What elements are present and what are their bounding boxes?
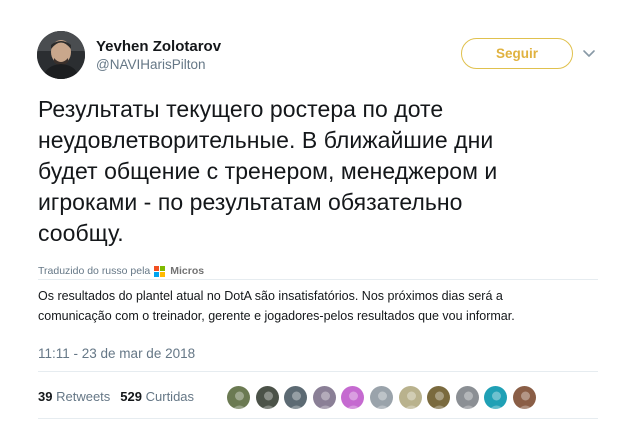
retweets-count: 39 <box>38 389 53 404</box>
translation-provider[interactable]: Micros <box>170 265 204 277</box>
retweets-stat[interactable]: 39 Retweets <box>38 389 110 404</box>
tweet-stats: 39 Retweets 529 Curtidas <box>38 389 194 404</box>
tweet-timestamp[interactable]: 11:11 - 23 de mar de 2018 <box>38 346 195 361</box>
author-handle[interactable]: @NAVIHarisPilton <box>96 57 205 72</box>
tweet-text: Результаты текущего ростера по доте неуд… <box>38 94 608 249</box>
profile-photo-icon <box>37 31 85 79</box>
author-avatar[interactable] <box>37 31 85 79</box>
chevron-down-icon[interactable] <box>580 44 598 62</box>
translated-text-line: comunicação com o treinador, gerente e j… <box>38 309 515 323</box>
tweet-text-line: Результаты текущего ростера по доте <box>38 96 444 122</box>
liker-avatar-8[interactable] <box>426 385 452 410</box>
liker-avatars <box>226 385 537 410</box>
tweet-text-line: будет общение с тренером, менеджером и <box>38 158 498 184</box>
liker-avatar-9[interactable] <box>454 385 480 410</box>
retweets-label: Retweets <box>56 389 111 404</box>
translation-attribution-text: Traduzido do russo pela <box>38 265 151 277</box>
translation-attribution: Traduzido do russo pela Micros <box>38 265 204 277</box>
divider <box>38 418 598 419</box>
likes-stat[interactable]: 529 Curtidas <box>120 389 194 404</box>
liker-avatar-4[interactable] <box>311 385 337 410</box>
likes-count: 529 <box>120 389 142 404</box>
liker-avatar-11[interactable] <box>511 385 537 410</box>
tweet-text-line: неудовлетворительные. В ближайшие дни <box>38 127 494 153</box>
liker-avatar-1[interactable] <box>226 385 251 410</box>
tweet-text-line: сообщу. <box>38 220 124 246</box>
liker-avatar-10[interactable] <box>483 385 509 410</box>
divider <box>38 371 598 372</box>
liker-avatar-5[interactable] <box>340 385 366 410</box>
liker-avatar-7[interactable] <box>397 385 423 410</box>
translated-text-line: Os resultados do plantel atual no DotA s… <box>38 289 503 303</box>
follow-button[interactable]: Seguir <box>461 38 573 69</box>
liker-avatar-2[interactable] <box>254 385 280 410</box>
author-display-name[interactable]: Yevhen Zolotarov <box>96 38 221 55</box>
microsoft-logo-icon <box>154 265 166 277</box>
divider <box>38 279 598 280</box>
tweet-text-line: игроками - по результатам обязательно <box>38 189 463 215</box>
likes-label: Curtidas <box>145 389 195 404</box>
liker-avatar-3[interactable] <box>283 385 309 410</box>
translated-text: Os resultados do plantel atual no DotA s… <box>38 286 608 326</box>
liker-avatar-6[interactable] <box>368 385 394 410</box>
